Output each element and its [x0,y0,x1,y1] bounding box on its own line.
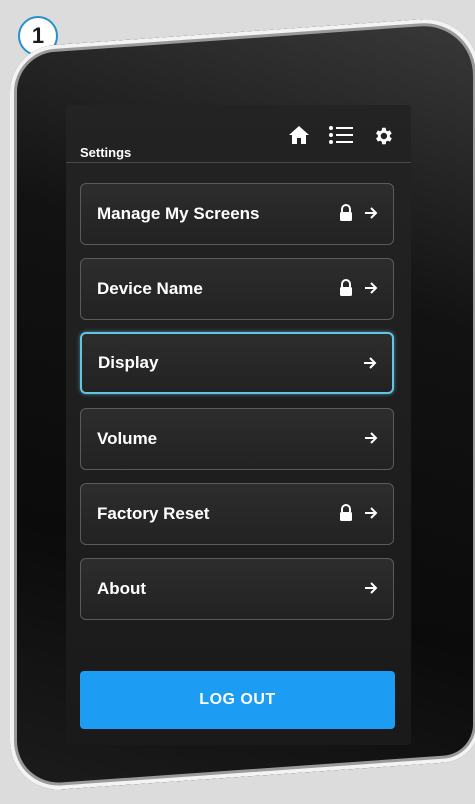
arrow-right-icon [365,582,378,594]
home-icon[interactable] [288,125,310,145]
menu-item-volume[interactable]: Volume [80,408,394,470]
menu-item-label: Factory Reset [97,504,210,523]
header-bar: Settings [66,105,411,163]
arrow-right-icon [364,357,377,369]
arrow-right-icon [365,432,378,444]
menu-item-device-name[interactable]: Device Name [80,258,394,320]
menu-item-factory-reset[interactable]: Factory Reset [80,483,394,545]
menu-item-display[interactable]: Display [80,332,394,394]
lock-icon [340,279,352,296]
arrow-right-icon [365,207,378,219]
page-title: Settings [80,145,132,160]
menu-item-manage-my-screens[interactable]: Manage My Screens [80,183,394,245]
device-screen: Settings Manage My Screens Device Name D… [66,105,411,745]
logout-button[interactable]: LOG OUT [80,671,395,729]
lock-icon [340,204,352,221]
menu-item-label: Manage My Screens [97,204,260,223]
menu-item-label: Display [98,353,159,372]
menu-item-about[interactable]: About [80,558,394,620]
menu-item-label: About [97,579,147,598]
lock-icon [340,504,352,521]
arrow-right-icon [365,282,378,294]
arrow-right-icon [365,507,378,519]
gear-icon[interactable] [372,125,394,147]
list-icon[interactable] [328,125,354,145]
menu-item-label: Volume [97,429,158,448]
menu-item-label: Device Name [97,279,203,298]
